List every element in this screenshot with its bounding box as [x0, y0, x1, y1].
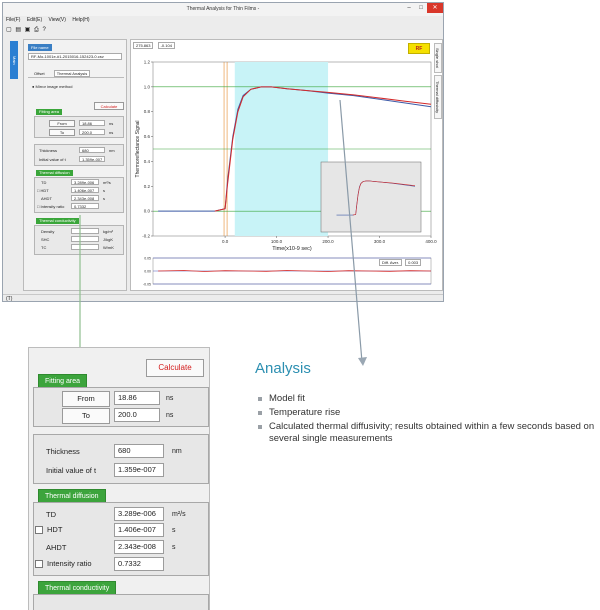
bullet-icon — [258, 425, 262, 429]
td-label: TD — [46, 510, 56, 519]
from-input[interactable]: 18.86 — [114, 391, 160, 405]
thermal-diffusion-tab: Thermal diffusion — [38, 489, 106, 503]
list-item: Calculated thermal diffusivity; results … — [257, 421, 597, 445]
analysis-item-text: Temperature rise — [269, 407, 341, 418]
callout-arrow-right — [358, 357, 367, 366]
to-input[interactable]: 200.0 — [114, 408, 160, 422]
from-unit: ns — [166, 395, 174, 402]
list-item: Temperature rise — [257, 407, 597, 419]
bullet-icon — [258, 411, 262, 415]
td-value: 3.289e-006 — [114, 507, 164, 521]
analysis-list: Model fit Temperature rise Calculated th… — [257, 393, 597, 447]
bullet-icon — [258, 397, 262, 401]
to-unit: ns — [166, 412, 174, 419]
thickness-unit: nm — [172, 448, 182, 455]
td-unit: m²/s — [172, 511, 186, 518]
thickness-input[interactable]: 680 — [114, 444, 164, 458]
intensity-ratio-label: Intensity ratio — [47, 559, 92, 568]
analysis-item-text: Calculated thermal diffusivity; results … — [269, 421, 595, 444]
ahdt-label: AHDT — [46, 543, 67, 552]
hdt-label: HDT — [47, 525, 63, 534]
initial-value-label: Initial value of t — [46, 466, 97, 475]
intensity-ratio-value: 0.7332 — [114, 557, 164, 571]
list-item: Model fit — [257, 393, 597, 405]
thermal-conductivity-tab: Thermal conductivity — [38, 581, 117, 595]
hdt-checkbox[interactable] — [35, 526, 43, 534]
calculate-button[interactable]: Calculate — [146, 359, 204, 377]
analysis-title: Analysis — [255, 360, 311, 377]
ahdt-value: 2.343e-008 — [114, 540, 164, 554]
ahdt-unit: s — [172, 544, 176, 551]
thickness-label: Thickness — [46, 447, 80, 456]
intensity-checkbox[interactable] — [35, 560, 43, 568]
fitting-area-tab: Fitting area — [38, 374, 88, 388]
hdt-value: 1.406e-007 — [114, 523, 164, 537]
to-button[interactable]: To — [62, 408, 110, 424]
callout-line-right — [339, 99, 363, 363]
analysis-item-text: Model fit — [269, 393, 305, 404]
thermal-conductivity-box — [33, 594, 209, 610]
initial-value-input[interactable]: 1.359e-007 — [114, 463, 164, 477]
hdt-unit: s — [172, 527, 176, 534]
from-button[interactable]: From — [62, 391, 110, 407]
